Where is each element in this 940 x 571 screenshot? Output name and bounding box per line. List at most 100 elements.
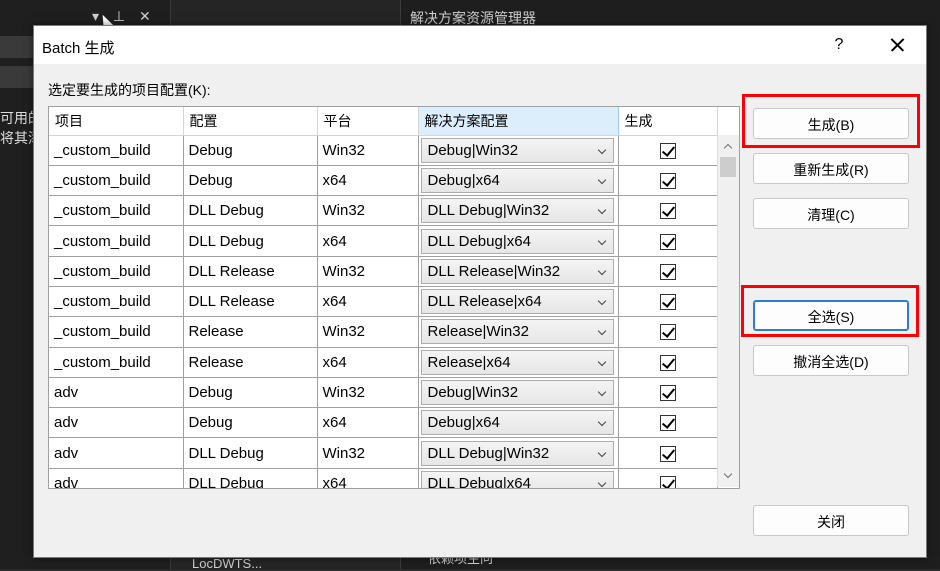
cell-project[interactable]: _custom_build (49, 286, 184, 318)
cell-config[interactable]: Debug (183, 165, 318, 197)
cell-build (618, 407, 718, 439)
solution-config-dropdown[interactable]: Debug|x64 (420, 167, 614, 193)
close-panel-icon[interactable]: ✕ (139, 8, 151, 24)
cell-project[interactable]: _custom_build (49, 135, 184, 166)
build-checkbox[interactable] (659, 142, 676, 159)
solution-config-dropdown[interactable]: DLL Debug|Win32 (420, 440, 614, 466)
solution-config-dropdown[interactable]: DLL Release|Win32 (420, 258, 614, 284)
solution-config-dropdown[interactable]: Debug|x64 (420, 410, 614, 436)
cell-config[interactable]: DLL Debug (183, 195, 318, 227)
build-checkbox[interactable] (659, 294, 676, 311)
build-checkbox[interactable] (659, 354, 676, 371)
close-icon[interactable] (880, 28, 914, 62)
build-checkbox[interactable] (659, 324, 676, 341)
table-row[interactable]: _custom_build Release x64 Release|x64 (49, 347, 718, 378)
table-row[interactable]: _custom_build Release Win32 Release|Win32 (49, 316, 718, 348)
cell-platform[interactable]: Win32 (317, 256, 419, 287)
cell-config[interactable]: Release (183, 316, 318, 348)
cell-config[interactable]: Release (183, 347, 318, 378)
scroll-up-icon[interactable] (723, 143, 733, 153)
table-row[interactable]: _custom_build DLL Release Win32 DLL Release… (49, 256, 718, 287)
dialog-titlebar[interactable]: Batch 生成 ? (34, 26, 926, 64)
table-row[interactable]: _custom_build DLL Debug Win32 DLL Debug|Win… (49, 195, 718, 227)
cell-project[interactable]: _custom_build (49, 165, 184, 197)
cell-platform[interactable]: x64 (317, 347, 419, 378)
cell-project[interactable]: adv (49, 377, 184, 409)
cell-config[interactable]: DLL Release (183, 286, 318, 318)
cell-platform[interactable]: x64 (317, 286, 419, 318)
table-row[interactable]: _custom_build DLL Release x64 DLL Release|x… (49, 286, 718, 318)
config-table: 项目 配置 平台 解决方案配置 生成 _custom_build Debug Win… (49, 107, 718, 488)
build-button[interactable]: 生成(B) (753, 108, 909, 139)
dropdown-value: DLL Release|x64 (427, 293, 542, 311)
cell-platform[interactable]: x64 (317, 468, 419, 488)
cell-platform[interactable]: Win32 (317, 437, 419, 469)
solution-config-dropdown[interactable]: DLL Release|x64 (420, 289, 614, 315)
table-row[interactable]: _custom_build DLL Debug x64 DLL Debug|x64 (49, 225, 718, 257)
solution-config-dropdown[interactable]: Debug|Win32 (420, 380, 614, 406)
column-header-build[interactable]: 生成 (618, 107, 718, 136)
pin-icon[interactable]: ⊥ (113, 8, 125, 24)
deselect-all-button[interactable]: 撤消全选(D) (753, 345, 909, 376)
column-header-project[interactable]: 项目 (49, 107, 184, 136)
cell-build (618, 347, 718, 378)
cell-project[interactable]: _custom_build (49, 195, 184, 227)
build-checkbox[interactable] (659, 385, 676, 402)
clean-button[interactable]: 清理(C) (753, 198, 909, 229)
close-button[interactable]: 关闭 (753, 505, 909, 536)
cell-config[interactable]: DLL Debug (183, 225, 318, 257)
table-row[interactable]: adv Debug x64 Debug|x64 (49, 407, 718, 439)
build-checkbox[interactable] (659, 263, 676, 280)
scroll-thumb[interactable] (720, 157, 736, 177)
cell-platform[interactable]: Win32 (317, 316, 419, 348)
build-checkbox[interactable] (659, 445, 676, 462)
cell-config[interactable]: DLL Debug (183, 437, 318, 469)
select-all-button[interactable]: 全选(S) (753, 300, 909, 331)
chevron-down-icon (597, 145, 606, 154)
cell-config[interactable]: DLL Debug (183, 468, 318, 488)
cell-config[interactable]: Debug (183, 135, 318, 166)
solution-config-dropdown[interactable]: Debug|Win32 (420, 137, 614, 163)
cell-platform[interactable]: x64 (317, 225, 419, 257)
select-configs-label: 选定要生成的项目配置(K): (48, 82, 211, 98)
table-row[interactable]: adv DLL Debug Win32 DLL Debug|Win32 (49, 437, 718, 469)
cell-project[interactable]: _custom_build (49, 256, 184, 287)
cell-platform[interactable]: Win32 (317, 135, 419, 166)
solution-config-dropdown[interactable]: DLL Debug|x64 (420, 228, 614, 254)
vertical-scrollbar[interactable] (717, 135, 739, 487)
cell-project[interactable]: adv (49, 407, 184, 439)
cell-project[interactable]: _custom_build (49, 347, 184, 378)
cell-platform[interactable]: x64 (317, 165, 419, 197)
column-header-config[interactable]: 配置 (183, 107, 318, 136)
project-config-grid[interactable]: 项目 配置 平台 解决方案配置 生成 _custom_build Debug Win… (48, 106, 740, 489)
cell-platform[interactable]: Win32 (317, 195, 419, 227)
column-header-platform[interactable]: 平台 (317, 107, 419, 136)
table-row[interactable]: _custom_build Debug x64 Debug|x64 (49, 165, 718, 197)
column-header-solution-config[interactable]: 解决方案配置 (418, 107, 619, 136)
cell-project[interactable]: adv (49, 468, 184, 488)
scroll-down-icon[interactable] (723, 469, 733, 479)
cell-platform[interactable]: x64 (317, 407, 419, 439)
cell-project[interactable]: _custom_build (49, 225, 184, 257)
cell-config[interactable]: Debug (183, 407, 318, 439)
table-row[interactable]: adv DLL Debug x64 DLL Debug|x64 (49, 468, 718, 488)
cell-config[interactable]: DLL Release (183, 256, 318, 287)
cell-project[interactable]: _custom_build (49, 316, 184, 348)
solution-config-dropdown[interactable]: DLL Debug|Win32 (420, 198, 614, 224)
table-row[interactable]: adv Debug Win32 Debug|Win32 (49, 377, 718, 409)
cell-platform[interactable]: Win32 (317, 377, 419, 409)
solution-config-dropdown[interactable]: DLL Debug|x64 (420, 470, 614, 488)
build-checkbox[interactable] (659, 172, 676, 189)
build-checkbox[interactable] (659, 475, 676, 488)
solution-config-dropdown[interactable]: Release|Win32 (420, 319, 614, 345)
solution-config-dropdown[interactable]: Release|x64 (420, 349, 614, 375)
build-checkbox[interactable] (659, 203, 676, 220)
cell-project[interactable]: adv (49, 437, 184, 469)
build-checkbox[interactable] (659, 415, 676, 432)
cell-solution-config: DLL Release|Win32 (418, 256, 619, 287)
help-button[interactable]: ? (824, 30, 854, 60)
cell-config[interactable]: Debug (183, 377, 318, 409)
build-checkbox[interactable] (659, 233, 676, 250)
rebuild-button[interactable]: 重新生成(R) (753, 153, 909, 184)
table-row[interactable]: _custom_build Debug Win32 Debug|Win32 (49, 135, 718, 166)
